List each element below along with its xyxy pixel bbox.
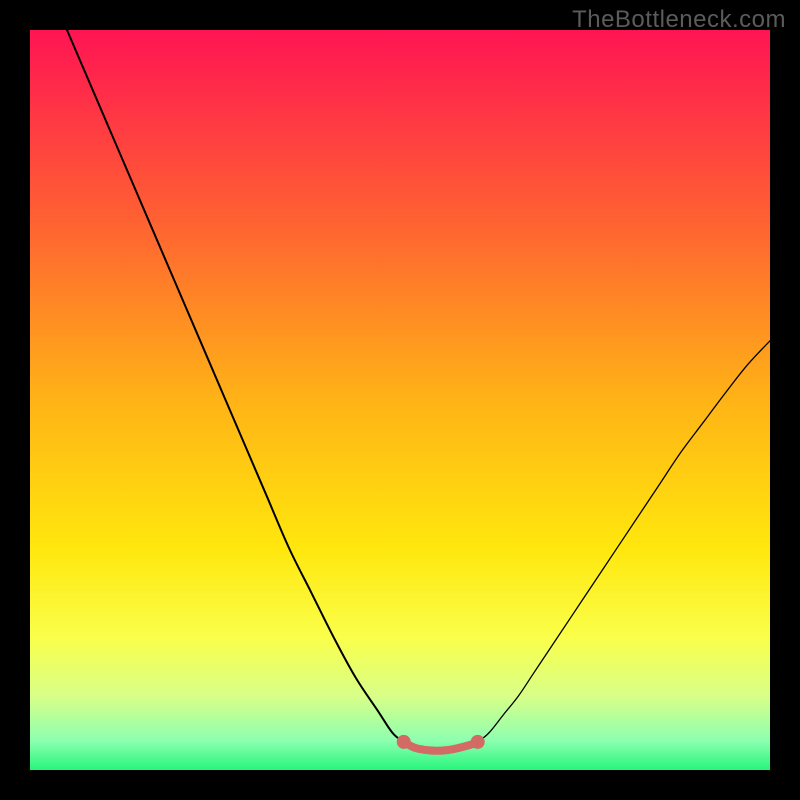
watermark-text: TheBottleneck.com xyxy=(572,6,786,34)
chart-frame: TheBottleneck.com xyxy=(0,0,800,800)
series-bottom-band-endpoint xyxy=(471,735,485,749)
series-bottom-band-endpoint xyxy=(397,735,411,749)
bottleneck-chart xyxy=(0,0,800,800)
plot-background xyxy=(30,30,770,770)
